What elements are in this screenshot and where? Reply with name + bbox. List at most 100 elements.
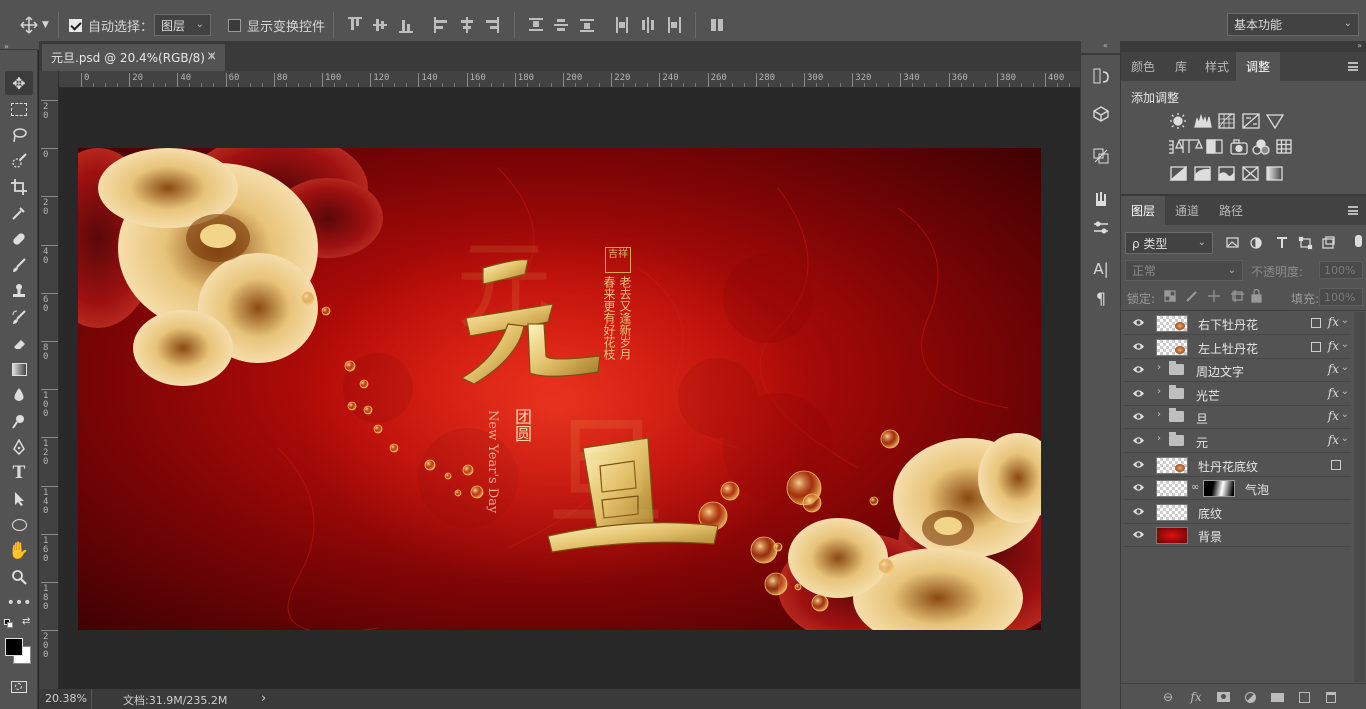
visibility-eye-icon[interactable] — [1132, 341, 1145, 352]
expand-arrow-icon[interactable]: › — [1157, 386, 1161, 397]
chevron-right-icon[interactable]: › — [261, 691, 266, 706]
layers-scrollbar[interactable] — [1354, 312, 1365, 682]
eyedropper-tool-icon[interactable] — [5, 201, 33, 225]
auto-align-icon[interactable] — [711, 17, 725, 33]
expand-arrow-icon[interactable]: › — [1157, 409, 1161, 420]
tab-toptabs-0[interactable]: 颜色 — [1121, 52, 1165, 81]
layer-fx-icon[interactable]: fx — [1328, 386, 1339, 400]
crop-tool-icon[interactable] — [5, 175, 33, 199]
panel-menu-icon[interactable] — [1348, 62, 1358, 71]
ellipse-tool-icon[interactable] — [5, 513, 33, 537]
auto-select-checkbox[interactable]: 自动选择： — [69, 15, 153, 35]
swap-colors-icon[interactable]: ⇄ — [22, 616, 30, 627]
marquee-tool-icon[interactable] — [5, 97, 33, 121]
layer-filter-dropdown[interactable]: ρ 类型 ⌄ — [1125, 232, 1213, 254]
visibility-eye-icon[interactable] — [1132, 435, 1145, 446]
foreground-color-swatch[interactable] — [5, 638, 23, 656]
filter-toggle-switch[interactable] — [1355, 235, 1362, 247]
paragraph-panel-icon[interactable]: ¶ — [1090, 287, 1112, 309]
history-panel-icon[interactable] — [1090, 65, 1112, 87]
new-group-icon[interactable] — [1270, 691, 1284, 703]
delete-layer-icon[interactable] — [1324, 691, 1338, 703]
new-layer-icon[interactable] — [1297, 691, 1311, 703]
visibility-eye-icon[interactable] — [1132, 506, 1145, 517]
layer-mask-thumbnail[interactable] — [1203, 480, 1235, 498]
chevron-down-icon[interactable]: ⌄ — [1341, 386, 1349, 397]
chevron-down-icon[interactable]: ⌄ — [1341, 339, 1349, 350]
expand-arrow-icon[interactable]: › — [1157, 433, 1161, 444]
tab-layertabs-1[interactable]: 通道 — [1165, 196, 1209, 225]
quick-mask-icon[interactable] — [5, 675, 33, 699]
checkbox-icon[interactable] — [228, 18, 241, 32]
checkbox-icon[interactable] — [69, 18, 82, 32]
gradient-tool-icon[interactable] — [5, 357, 33, 381]
more-tools-icon[interactable]: ••• — [5, 591, 33, 615]
workspace-dropdown[interactable]: 基本功能 ⌄ — [1227, 13, 1359, 36]
vertical-ruler[interactable]: 20 0 20 40 60 80 100 120 140 160 180 200 — [39, 71, 59, 689]
layer-fx-icon[interactable]: fx — [1328, 409, 1339, 423]
zoom-level[interactable]: 20.38% — [45, 692, 87, 705]
collapse-icon[interactable]: » — [4, 42, 9, 51]
healing-brush-tool-icon[interactable] — [5, 227, 33, 251]
layer-style-icon[interactable]: fx — [1189, 690, 1203, 704]
document-tab[interactable]: 元旦.psd @ 20.4%(RGB/8) * × — [42, 44, 225, 71]
panel-menu-icon[interactable] — [1348, 206, 1358, 215]
visibility-eye-icon[interactable] — [1132, 482, 1145, 493]
chevron-down-icon[interactable]: ⌄ — [1341, 409, 1349, 420]
tab-layertabs-2[interactable]: 路径 — [1209, 196, 1253, 225]
distribute-bottom-icon[interactable] — [580, 17, 594, 33]
tab-toptabs-3[interactable]: 调整 — [1236, 52, 1281, 81]
adjustments-sliders-icon[interactable] — [1090, 217, 1112, 239]
visibility-eye-icon[interactable] — [1132, 317, 1145, 328]
align-top-icon[interactable] — [348, 17, 362, 33]
distribute-right-icon[interactable] — [667, 17, 681, 33]
chevron-down-icon[interactable]: ⌄ — [1341, 315, 1349, 326]
dodge-tool-icon[interactable] — [5, 409, 33, 433]
character-panel-icon[interactable]: A| — [1090, 258, 1112, 280]
layer-row[interactable]: › 周边文字 fx ⌄ — [1123, 359, 1351, 383]
visibility-eye-icon[interactable] — [1132, 529, 1145, 540]
distribute-vcenter-icon[interactable] — [554, 17, 568, 33]
move-tool-icon[interactable]: ▼ — [20, 15, 49, 35]
fill-input[interactable]: 100% — [1319, 288, 1363, 306]
layer-row[interactable]: › 元 fx ⌄ — [1123, 430, 1351, 453]
mask-link-icon[interactable]: ∞ — [1191, 482, 1199, 493]
layer-row[interactable]: 牡丹花底纹 — [1123, 454, 1351, 477]
layer-row[interactable]: 左上牡丹花 fx ⌄ — [1123, 336, 1351, 359]
move-tool-icon[interactable]: ✥ — [5, 71, 33, 95]
blur-tool-icon[interactable] — [5, 383, 33, 407]
show-transform-checkbox[interactable]: 显示变换控件 — [228, 15, 325, 35]
collapse-icon[interactable]: » — [1357, 41, 1362, 50]
layer-row[interactable]: 右下牡丹花 fx ⌄ — [1123, 312, 1351, 335]
opacity-input[interactable]: 100% — [1319, 261, 1363, 279]
align-right-icon[interactable] — [485, 17, 499, 33]
new-adjustment-layer-icon[interactable] — [1243, 691, 1257, 703]
close-icon[interactable]: × — [206, 49, 217, 64]
3d-panel-icon[interactable] — [1090, 103, 1112, 125]
type-tool-icon[interactable]: T — [5, 461, 33, 485]
layer-fx-icon[interactable]: fx — [1328, 362, 1339, 376]
hand-tool-icon[interactable]: ✋ — [5, 539, 33, 563]
layer-fx-icon[interactable]: fx — [1328, 315, 1339, 329]
expand-arrow-icon[interactable]: › — [1157, 362, 1161, 373]
eraser-tool-icon[interactable] — [5, 331, 33, 355]
clone-stamp-tool-icon[interactable] — [5, 279, 33, 303]
auto-select-target-dropdown[interactable]: 图层 ⌄ — [154, 14, 211, 36]
layer-fx-icon[interactable]: fx — [1328, 339, 1339, 353]
distribute-top-icon[interactable] — [529, 17, 543, 33]
visibility-eye-icon[interactable] — [1132, 411, 1145, 422]
collapse-icon[interactable]: « — [1103, 41, 1108, 50]
align-hcenter-icon[interactable] — [460, 17, 474, 33]
align-left-icon[interactable] — [434, 17, 448, 33]
tab-toptabs-2[interactable]: 样式 — [1195, 52, 1239, 81]
align-vcenter-icon[interactable] — [373, 17, 387, 33]
blend-mode-dropdown[interactable]: 正常 ⌄ — [1125, 260, 1243, 281]
distribute-hcenter-icon[interactable] — [641, 17, 655, 33]
path-selection-tool-icon[interactable] — [5, 487, 33, 511]
visibility-eye-icon[interactable] — [1132, 364, 1145, 375]
chevron-down-icon[interactable]: ▼ — [42, 20, 49, 30]
document-canvas[interactable]: 元 旦 吉祥 老去又逢新岁月 春来更有好花枝 团圆 New Year's Day — [78, 148, 1041, 630]
pen-tool-icon[interactable] — [5, 435, 33, 459]
tab-layertabs-0[interactable]: 图层 — [1121, 196, 1166, 225]
default-colors-icon[interactable] — [4, 619, 13, 628]
